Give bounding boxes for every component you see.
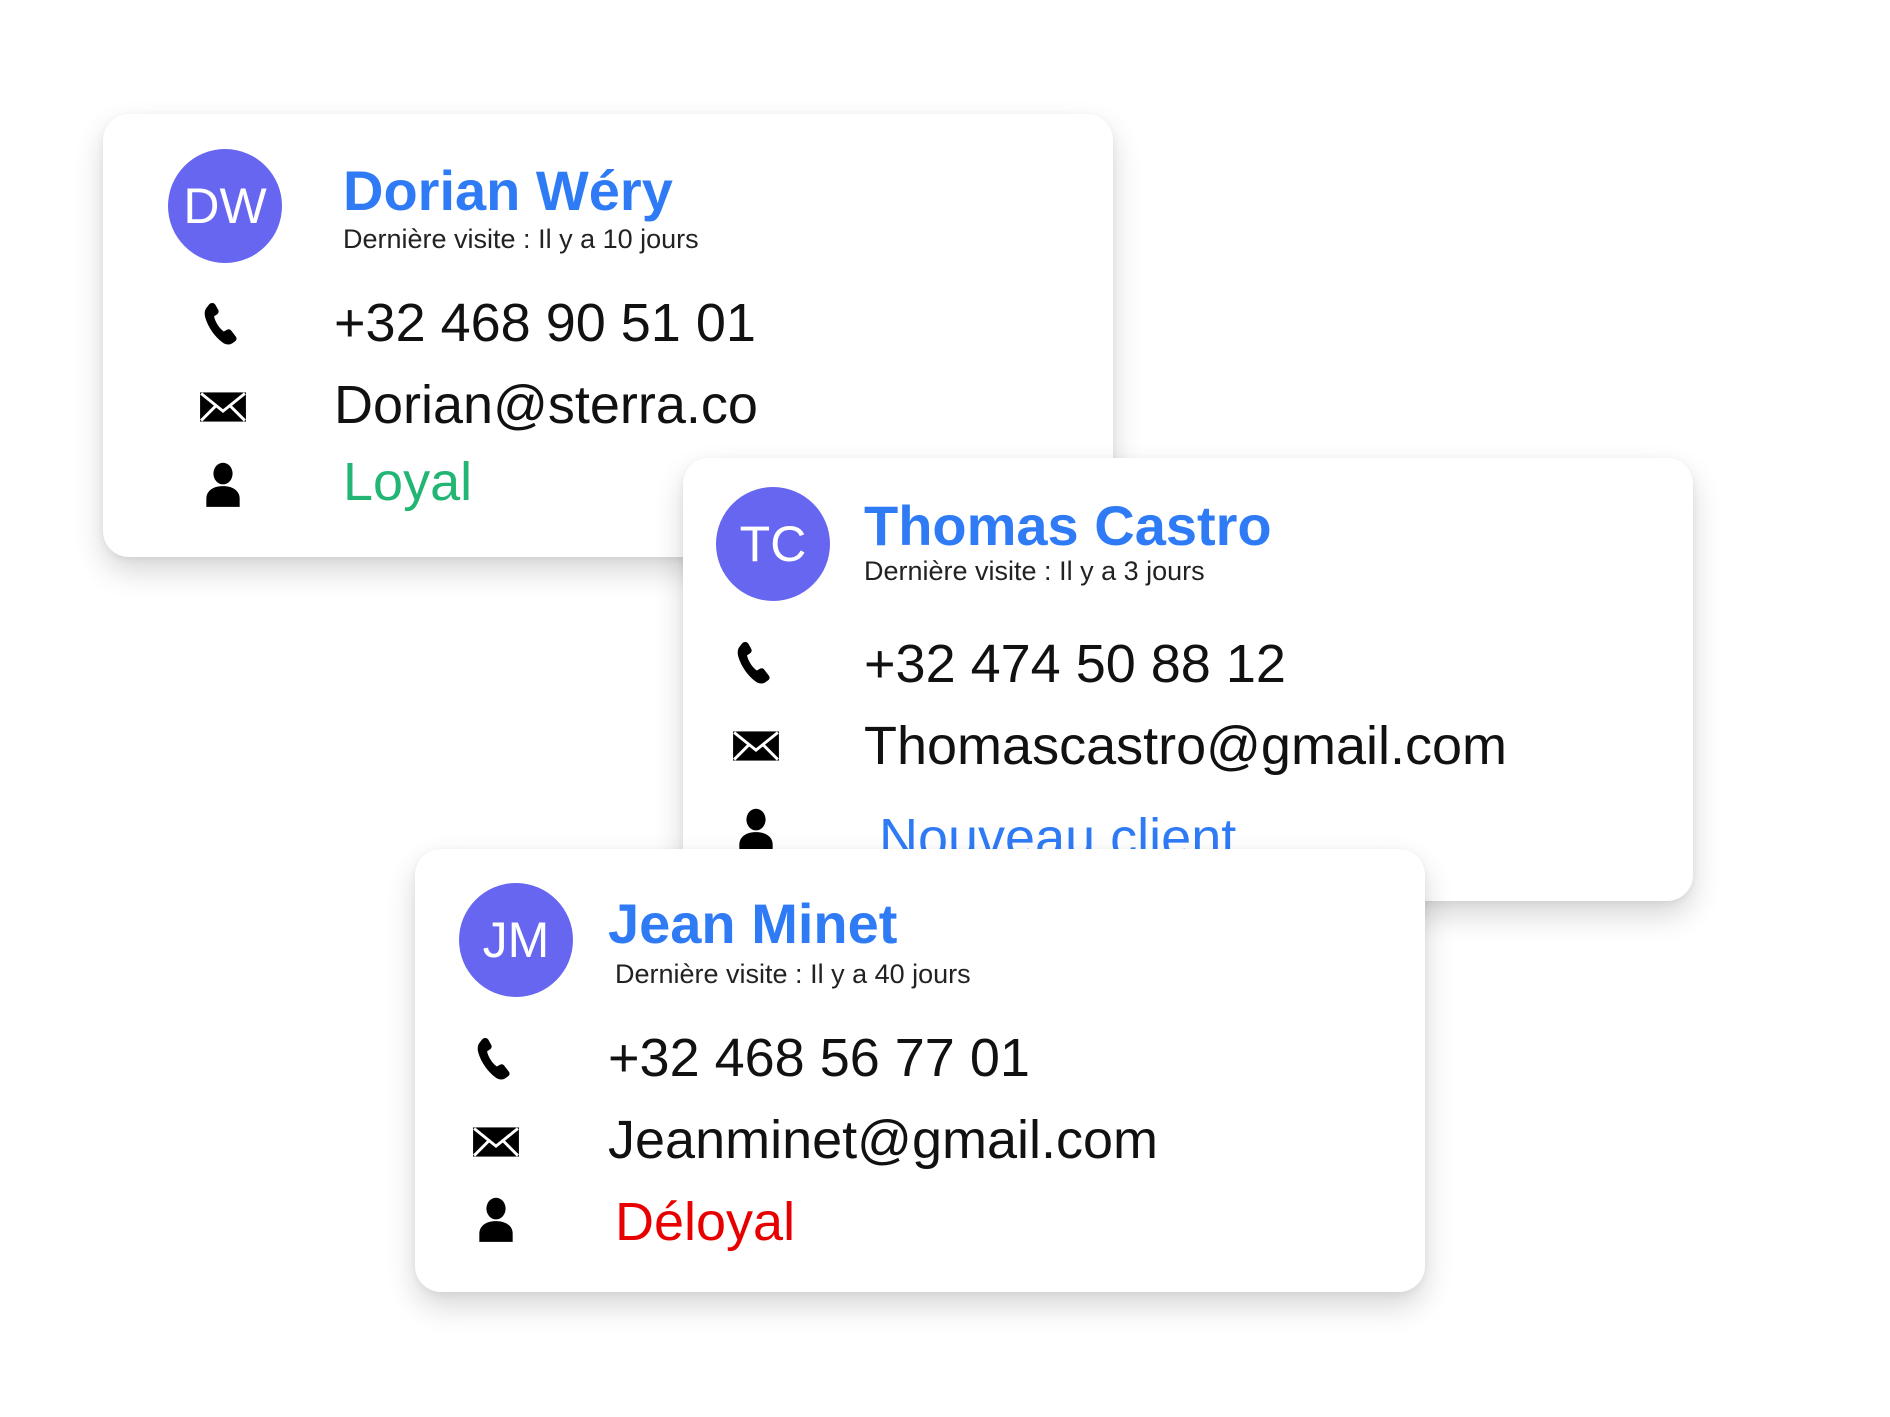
phone-icon [471, 1033, 521, 1083]
avatar: DW [168, 149, 282, 263]
phone-number[interactable]: +32 474 50 88 12 [864, 637, 1286, 691]
phone-icon [198, 298, 248, 348]
user-icon [198, 459, 248, 509]
customer-status: Déloyal [615, 1192, 796, 1252]
phone-number[interactable]: +32 468 90 51 01 [334, 296, 756, 350]
phone-number[interactable]: +32 468 56 77 01 [608, 1031, 1030, 1085]
contact-name[interactable]: Thomas Castro [864, 498, 1272, 554]
email-address[interactable]: Thomascastro@gmail.com [864, 719, 1507, 773]
phone-icon [731, 637, 781, 687]
last-visit: Dernière visite : Il y a 40 jours [615, 959, 971, 989]
avatar: JM [459, 883, 573, 997]
email-address[interactable]: Jeanminet@gmail.com [608, 1113, 1158, 1167]
last-visit: Dernière visite : Il y a 10 jours [343, 224, 699, 254]
email-address[interactable]: Dorian@sterra.co [334, 378, 758, 432]
user-icon [471, 1194, 521, 1244]
envelope-icon [471, 1117, 521, 1167]
contact-card-thomas-castro[interactable]: TC Thomas Castro Dernière visite : Il y … [683, 458, 1693, 901]
contact-name[interactable]: Jean Minet [608, 896, 897, 952]
envelope-icon [731, 721, 781, 771]
customer-status: Loyal [343, 452, 473, 512]
avatar: TC [716, 487, 830, 601]
envelope-icon [198, 382, 248, 432]
contact-name[interactable]: Dorian Wéry [343, 163, 673, 219]
contact-card-jean-minet[interactable]: JM Jean Minet Dernière visite : Il y a 4… [415, 849, 1425, 1292]
last-visit: Dernière visite : Il y a 3 jours [864, 556, 1205, 586]
user-icon [731, 805, 781, 855]
